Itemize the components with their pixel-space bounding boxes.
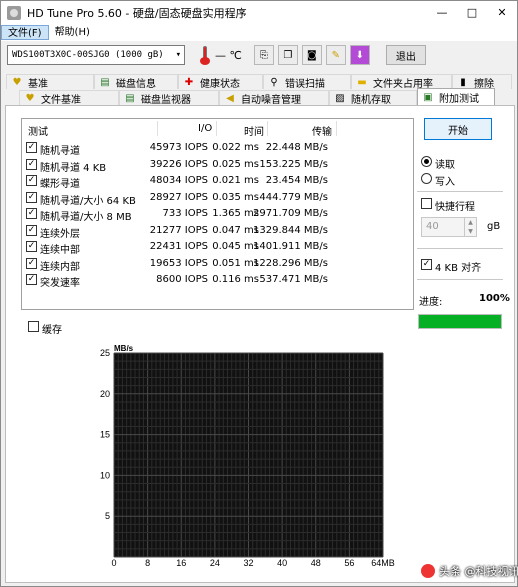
chart-x-tick-label: 64MB [371, 558, 395, 568]
chart-x-tick-label: 16 [176, 558, 186, 568]
chart-y-tick-label: 10 [100, 470, 110, 480]
watermark: 头条 @科技视讯 [421, 563, 518, 579]
chart-y-tick-label: 5 [105, 511, 110, 521]
chart-x-tick-label: 56 [344, 558, 354, 568]
chart-x-tick-label: 40 [277, 558, 287, 568]
chart-y-tick-label: 25 [100, 348, 110, 358]
chart-x-tick-label: 48 [311, 558, 321, 568]
watermark-logo-icon [421, 564, 435, 578]
chart-x-tick-label: 32 [243, 558, 253, 568]
app-window: HD Tune Pro 5.60 - 硬盘/固态硬盘实用程序 — □ ✕ 文件(… [0, 0, 518, 587]
chart-y-axis-label: MB/s [114, 344, 134, 353]
chart-y-tick-label: 15 [100, 430, 110, 440]
chart-y-tick-label: 20 [100, 389, 110, 399]
chart-x-tick-label: 0 [111, 558, 116, 568]
chart-x-tick-label: 8 [145, 558, 150, 568]
chart-x-tick-label: 24 [210, 558, 220, 568]
transfer-chart: 25 20 15 10 5 MB/s 0 8 16 24 32 40 48 56 64MB [100, 344, 395, 568]
